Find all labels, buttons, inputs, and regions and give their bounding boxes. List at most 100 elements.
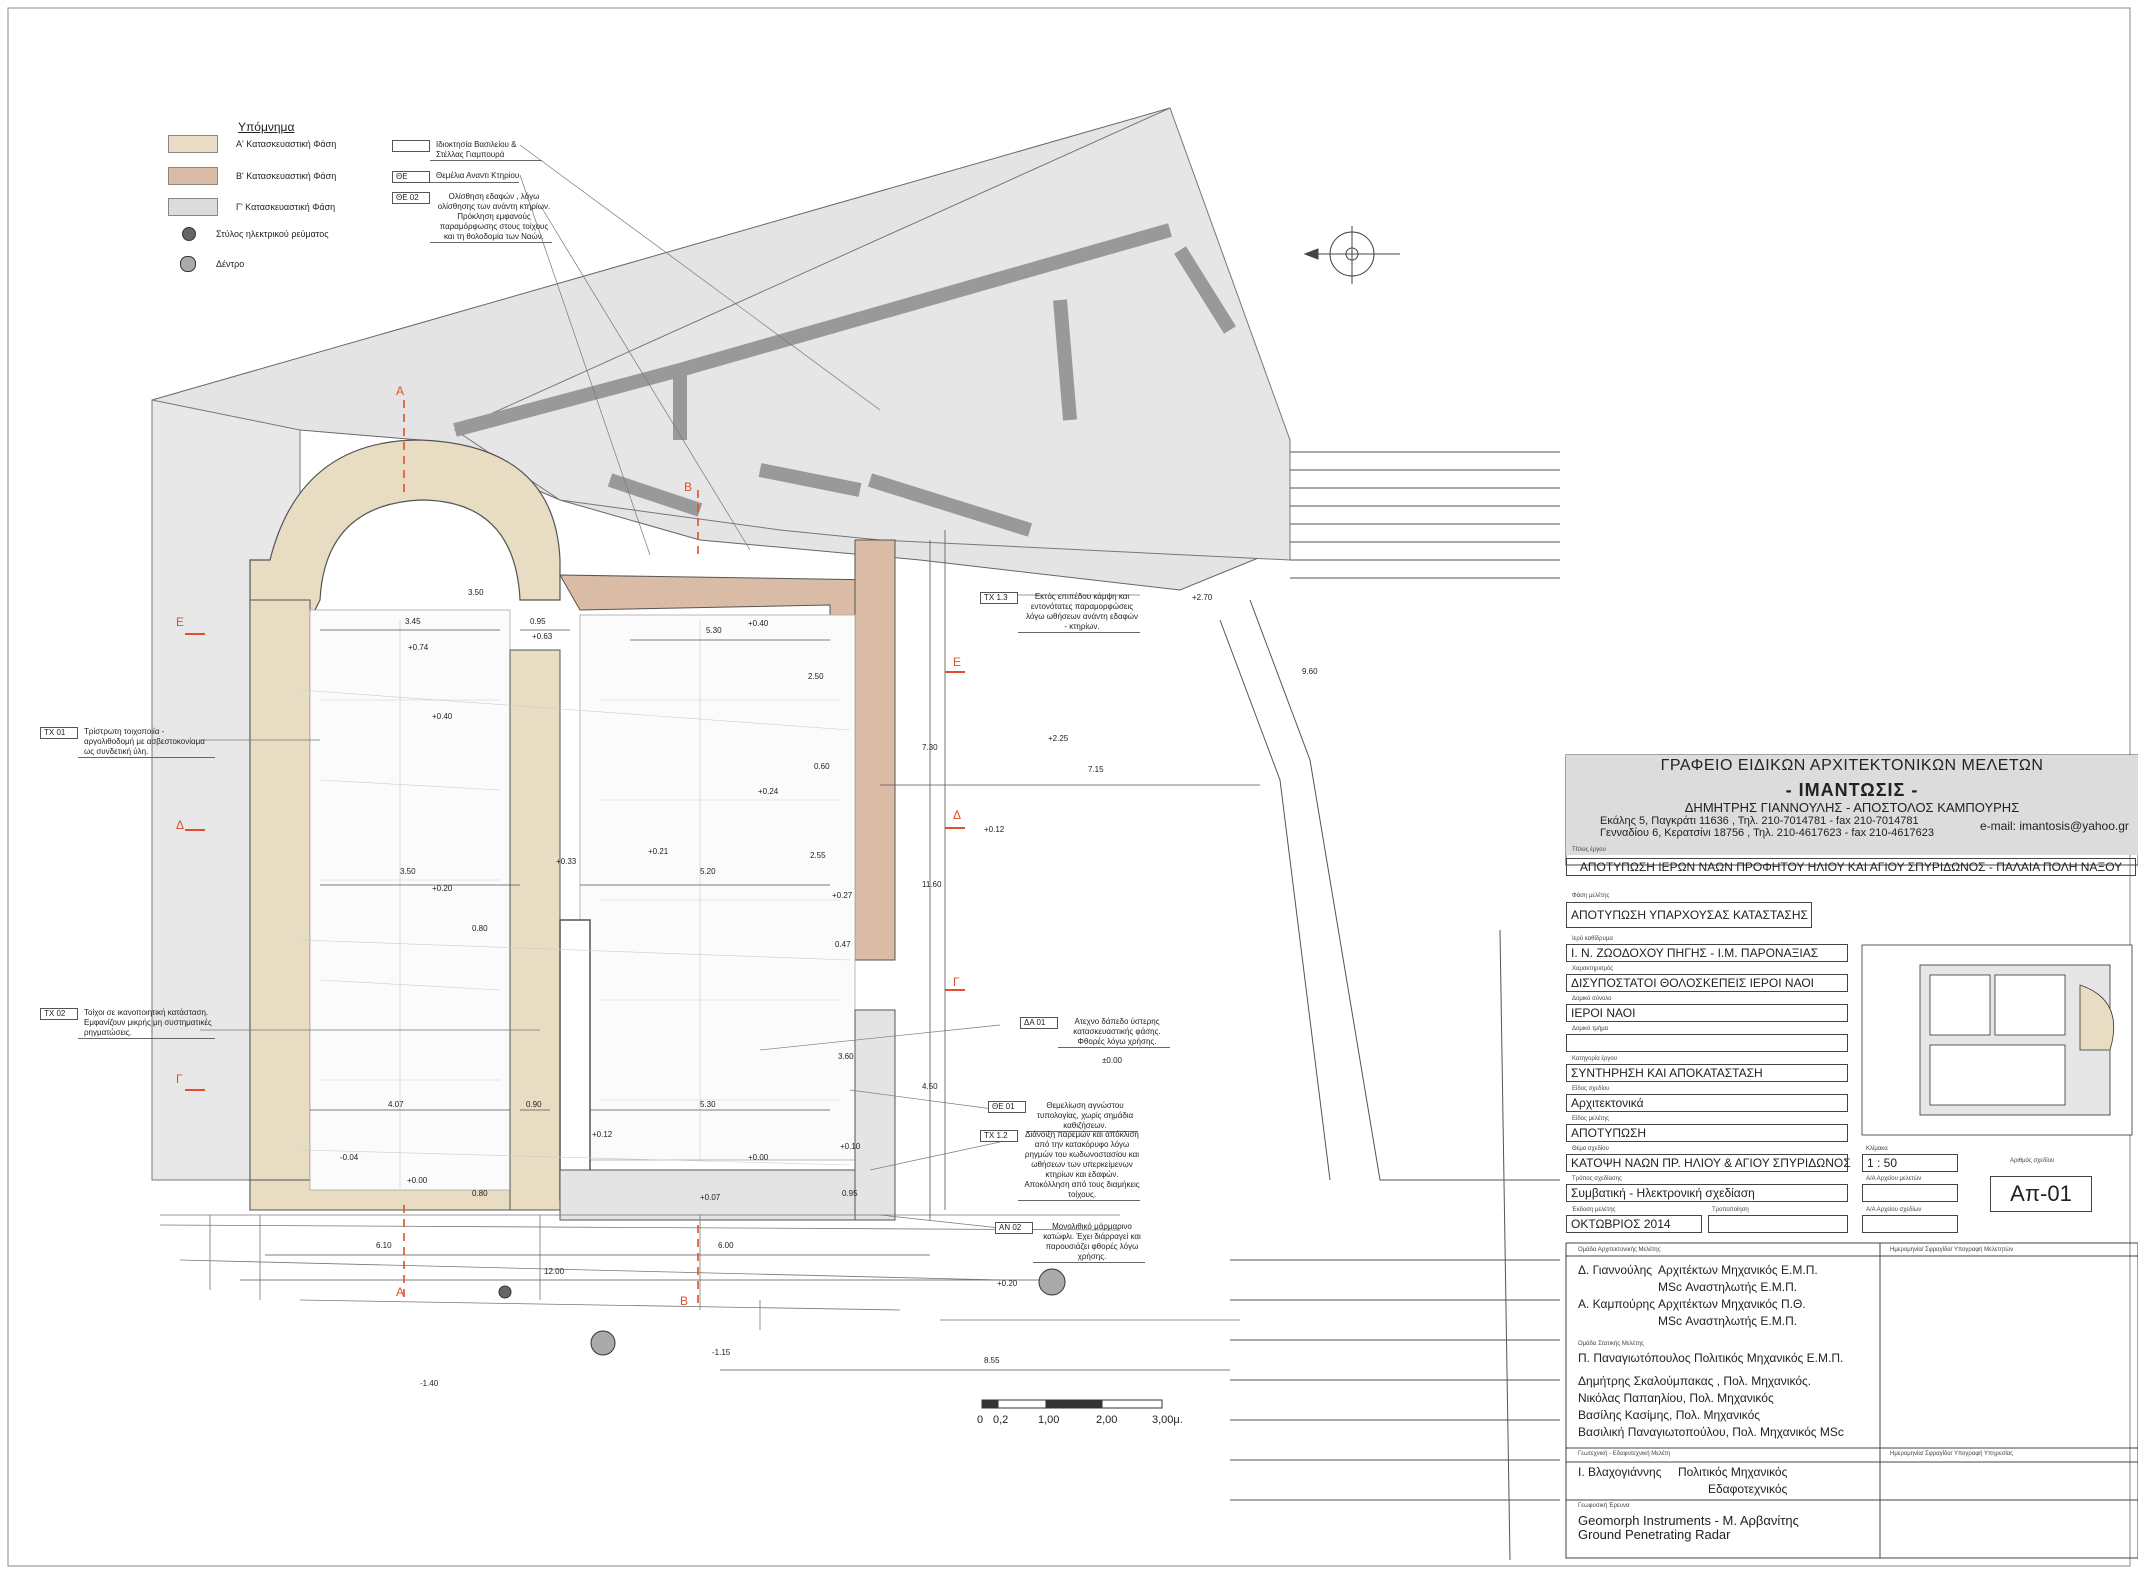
tree-marker bbox=[1038, 1268, 1066, 1296]
arch-team: Δ. Γιαννούλης Αρχιτέκτων Μηχανικός Ε.Μ.Π.… bbox=[1578, 1262, 1818, 1330]
field-label: Τρόπος σχεδίασης bbox=[1572, 1176, 1622, 1182]
project-title: ΑΠΟΤΥΠΩΣΗ ΙΕΡΩΝ ΝΑΩΝ ΠΡΟΦΗΤΟΥ ΗΛΙΟΥ ΚΑΙ … bbox=[1566, 858, 2136, 876]
field-label: Α/Α Αρχείου σχεδίων bbox=[1866, 1207, 1922, 1213]
scale-value: 1 : 50 bbox=[1862, 1154, 1958, 1172]
note-code bbox=[392, 140, 430, 152]
member-role: MSc Αναστηλωτής Ε.Μ.Π. bbox=[1658, 1314, 1798, 1328]
level-mark: -1.15 bbox=[712, 1348, 731, 1357]
field-label: Είδος σχεδίου bbox=[1572, 1086, 1610, 1092]
level-mark: +0.12 bbox=[592, 1130, 613, 1139]
level-mark: +0.12 bbox=[984, 825, 1005, 834]
address-line: Γενναδίου 6, Κερατσίνι 18756 , Τηλ. 210-… bbox=[1600, 827, 1934, 839]
study-value: ΑΠΟΤΥΠΩΣΗ bbox=[1566, 1124, 1848, 1142]
gpr-line: Geomorph Instruments - Μ. Αρβανίτης bbox=[1578, 1513, 1799, 1528]
legend-label: Στύλος ηλεκτρικού ρεύματος bbox=[216, 229, 329, 239]
member-name: Δ. Γιαννούλης bbox=[1578, 1263, 1653, 1277]
gpr-line: Ground Penetrating Radar bbox=[1578, 1527, 1731, 1542]
note-code: ΤΧ 1.3 bbox=[980, 592, 1018, 604]
dimension-label: 0.80 bbox=[472, 1189, 488, 1198]
level-mark: +0.07 bbox=[700, 1193, 721, 1202]
dimension-label: 0.60 bbox=[814, 762, 830, 771]
level-mark: -1.40 bbox=[420, 1379, 439, 1388]
field-label: Ομάδα Στατικής Μελέτης bbox=[1578, 1341, 1644, 1347]
section-label: Α bbox=[396, 1285, 405, 1299]
note-text: Ιδιοκτησία Βασιλείου & Στέλλας Γιαμπουρά bbox=[430, 140, 542, 161]
dimension-label: 4.50 bbox=[922, 1082, 938, 1091]
level-mark: +2.70 bbox=[1192, 593, 1213, 602]
note-text: Ολίσθηση εδαφών , λόγω ολίσθησης των ανά… bbox=[430, 192, 552, 243]
dimension-label: 0.95 bbox=[530, 617, 546, 626]
level-mark: +0.00 bbox=[407, 1176, 428, 1185]
dimension-label: 11.60 bbox=[922, 880, 942, 889]
dimension-label: 9.60 bbox=[1302, 667, 1318, 676]
phase-value: ΑΠΟΤΥΠΩΣΗ ΥΠΑΡΧΟΥΣΑΣ ΚΑΤΑΣΤΑΣΗΣ bbox=[1566, 902, 1812, 928]
cat-value: ΣΥΝΤΗΡΗΣΗ ΚΑΙ ΑΠΟΚΑΤΑΣΤΑΣΗ bbox=[1566, 1064, 1848, 1082]
section-label: Ε bbox=[953, 655, 962, 669]
office-address: Εκάλης 5, Παγκράτι 11636 , Τηλ. 210-7014… bbox=[1600, 815, 1934, 839]
level-mark: +0.27 bbox=[832, 891, 853, 900]
dimension-label: 5.30 bbox=[700, 1100, 716, 1109]
field-label: Γεωφυσική Έρευνα bbox=[1578, 1503, 1630, 1509]
note-text: Θεμέλια Αναντι Κτηρίου bbox=[430, 171, 520, 183]
legend-item-pole: Στύλος ηλεκτρικού ρεύματος bbox=[168, 224, 329, 244]
field-label: Κατηγορία έργου bbox=[1572, 1056, 1618, 1062]
field-label: Αριθμός σχεδίου bbox=[2010, 1158, 2055, 1164]
unit-value: ΙΕΡΟΙ ΝΑΟΙ bbox=[1566, 1004, 1848, 1022]
dimension-label: 4.07 bbox=[388, 1100, 404, 1109]
note-code: ΑΝ 02 bbox=[995, 1222, 1033, 1234]
member-role: Πολιτικός Μηχανικός bbox=[1678, 1465, 1788, 1479]
level-mark: +0.24 bbox=[758, 787, 779, 796]
section-label: Β bbox=[684, 480, 693, 494]
note-text: Τρίστρωτη τοιχοποιία - αργολιθοδομή με α… bbox=[78, 727, 215, 758]
section-label: Α bbox=[396, 384, 405, 398]
geo-team: Ι. Βλαχογιάννης Πολιτικός Μηχανικός Εδαφο… bbox=[1578, 1464, 1787, 1498]
section-label: Ε bbox=[176, 615, 185, 629]
dimension-label: 7.30 bbox=[922, 743, 938, 752]
field-label: Έκδοση μελέτης bbox=[1572, 1207, 1616, 1213]
legend-item-phase-c: Γ' Κατασκευαστική Φάση bbox=[168, 197, 335, 217]
pole-icon bbox=[182, 227, 196, 241]
aa-value bbox=[1862, 1184, 1958, 1202]
field-label: Είδος μελέτης bbox=[1572, 1116, 1609, 1122]
field-label: Ιερό καθίδρυμα bbox=[1572, 936, 1613, 942]
field-label: Ημερομηνία/ Σφραγίδα/ Υπογραφή Υπηρεσίας bbox=[1890, 1451, 2014, 1457]
legend-item-phase-a: Α' Κατασκευαστική Φάση bbox=[168, 134, 336, 154]
scale-tick: 2,00 bbox=[1096, 1414, 1118, 1426]
note-code: ΘΕ 02 bbox=[392, 192, 430, 204]
legend-item-tree: Δέντρο bbox=[168, 254, 244, 274]
note-tx13: ΤΧ 1.3 Εκτός επιπέδου κάμψη και εντονότα… bbox=[980, 592, 1140, 633]
dimension-label: 5.20 bbox=[700, 867, 716, 876]
note-foundation: ΘΕ Θεμέλια Αναντι Κτηρίου bbox=[392, 171, 542, 183]
legend-label: Β' Κατασκευαστική Φάση bbox=[236, 171, 337, 181]
dimension-label: 2.50 bbox=[808, 672, 824, 681]
legend-label: Α' Κατασκευαστική Φάση bbox=[236, 139, 337, 149]
scale-tick: 1,00 bbox=[1038, 1414, 1060, 1426]
phase-b-right-wall bbox=[854, 539, 896, 961]
member-name: Ι. Βλαχογιάννης bbox=[1578, 1465, 1662, 1479]
rev-value bbox=[1708, 1215, 1848, 1233]
church-interior-west bbox=[309, 609, 511, 1191]
aa2-value bbox=[1862, 1215, 1958, 1233]
level-mark: +0.21 bbox=[648, 847, 669, 856]
grey-south bbox=[559, 1169, 891, 1221]
dimension-label: 7.15 bbox=[1088, 765, 1104, 774]
stairs-right bbox=[1219, 451, 1560, 1561]
member-name: Βασίλης Κασίμης, Πολ. Μηχανικός bbox=[1578, 1408, 1761, 1422]
type-value: Αρχιτεκτονικά bbox=[1566, 1094, 1848, 1112]
method-value: Συμβατική - Ηλεκτρονική σχεδίαση bbox=[1566, 1184, 1848, 1202]
note-text: Μονολιθικό μάρμαρινο κατώφλι. Έχει διάρρ… bbox=[1033, 1222, 1145, 1263]
field-label: Ομάδα Αρχιτεκτονικής Μελέτης bbox=[1578, 1247, 1661, 1253]
inner-wall-1 bbox=[509, 649, 561, 1211]
part-value bbox=[1566, 1034, 1848, 1052]
section-label: Δ bbox=[176, 818, 185, 832]
level-mark: +2.25 bbox=[1048, 734, 1069, 743]
dimension-label: 5.30 bbox=[706, 626, 722, 635]
dimension-label: 8.55 bbox=[984, 1356, 1000, 1365]
level-mark: +0.40 bbox=[432, 712, 453, 721]
legend-item-phase-b: Β' Κατασκευαστική Φάση bbox=[168, 166, 336, 186]
section-label: Β bbox=[680, 1294, 689, 1308]
dimension-label: 0.95 bbox=[842, 1189, 858, 1198]
note-sliding: ΘΕ 02 Ολίσθηση εδαφών , λόγω ολίσθησης τ… bbox=[392, 192, 552, 243]
address-line: Εκάλης 5, Παγκράτι 11636 , Τηλ. 210-7014… bbox=[1600, 815, 1919, 827]
level-mark: +0.40 bbox=[748, 619, 769, 628]
